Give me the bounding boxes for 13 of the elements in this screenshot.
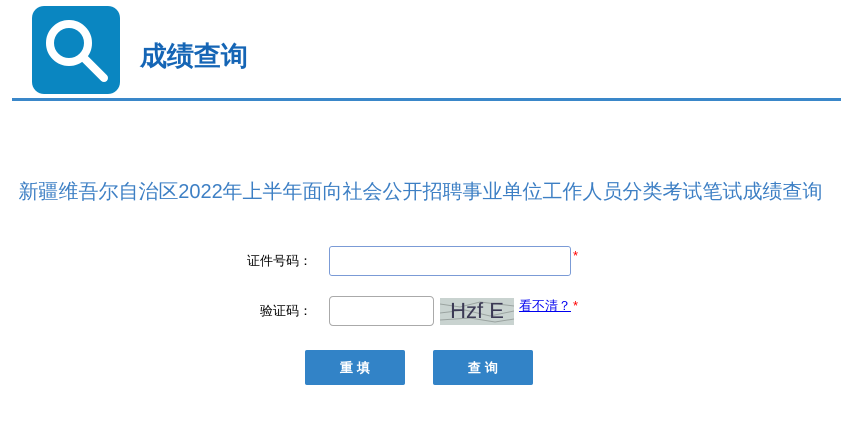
id-number-field[interactable] (329, 246, 571, 276)
refresh-captcha-link[interactable]: 看不清？ (519, 296, 571, 316)
reset-button[interactable]: 重 填 (305, 350, 405, 385)
page-heading: 新疆维吾尔自治区2022年上半年面向社会公开招聘事业单位工作人员分类考试笔试成绩查询 (17, 180, 824, 205)
page-title: 成绩查询 (140, 40, 248, 72)
field-label: 证件号码： (246, 252, 313, 270)
required-mark: * (573, 297, 578, 315)
field-label: 验证码： (259, 302, 313, 320)
query-button[interactable]: 查 询 (433, 350, 533, 385)
captcha-image: Hzf E (440, 298, 514, 324)
captcha-field[interactable] (329, 296, 434, 326)
search-icon (32, 6, 120, 94)
required-mark: * (573, 247, 578, 265)
